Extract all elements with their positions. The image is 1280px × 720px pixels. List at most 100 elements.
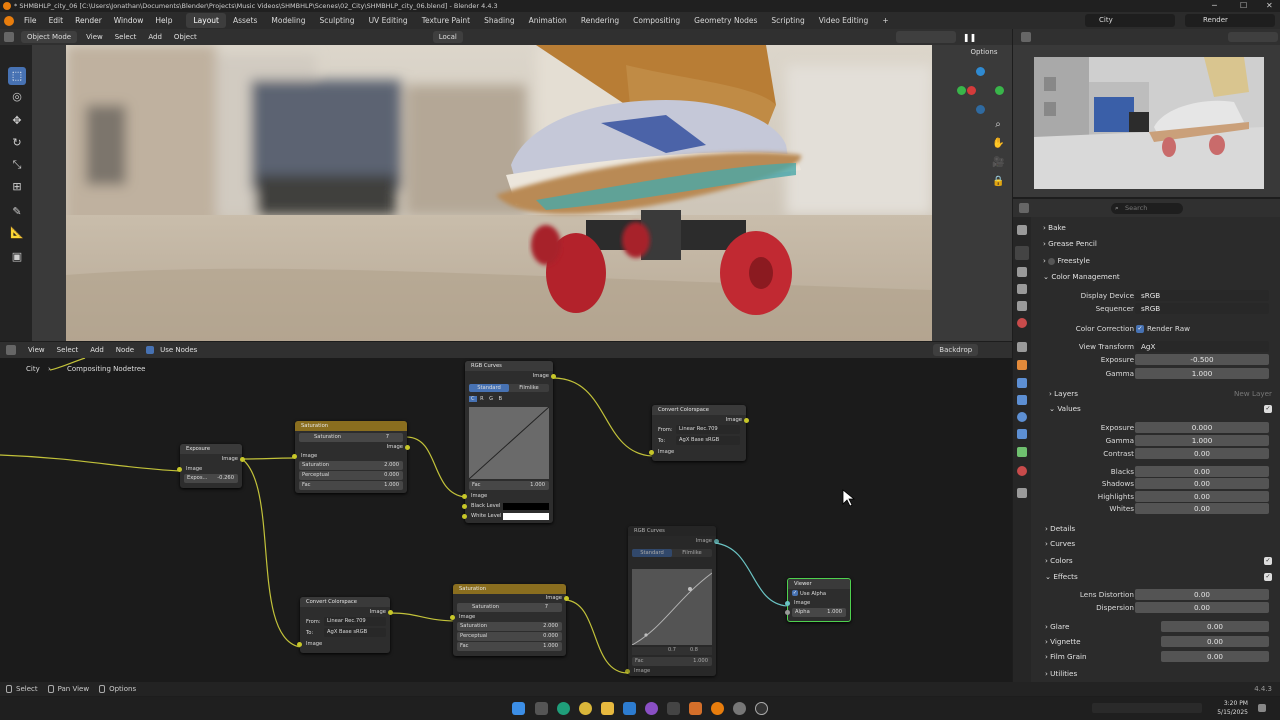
blender-taskbar-icon[interactable] [711, 702, 724, 715]
tab-uv-editing[interactable]: UV Editing [362, 13, 415, 28]
socket-convert-1-in[interactable] [649, 450, 654, 455]
output-tab-icon[interactable] [1017, 267, 1027, 277]
menu-render[interactable]: Render [69, 12, 108, 29]
gizmo-neg-x-axis[interactable] [967, 86, 976, 95]
values-checkbox[interactable]: ✓ [1264, 405, 1272, 413]
socket-convert-1-out[interactable] [744, 418, 749, 423]
particles-tab-icon[interactable] [1017, 395, 1027, 405]
annotate-tool-icon[interactable]: ✎ [8, 203, 26, 221]
socket-rgb-curves-1-out[interactable] [551, 374, 556, 379]
preview-shading-icons[interactable] [1228, 32, 1278, 42]
select-box-tool-icon[interactable]: ⬚ [8, 67, 26, 85]
tab-video-editing[interactable]: Video Editing [812, 13, 876, 28]
measure-tool-icon[interactable]: 📐 [8, 224, 26, 242]
node-menu-select[interactable]: Select [51, 342, 85, 358]
editor-type-icon[interactable] [4, 32, 14, 42]
file-explorer-icon[interactable] [601, 702, 614, 715]
channel-r[interactable]: R [478, 396, 485, 402]
pause-render-icon[interactable]: ❚❚ [963, 33, 976, 42]
section-effects[interactable]: ⌄ Effects ✓ [1031, 570, 1280, 583]
properties-editor-type-icon[interactable] [1019, 203, 1029, 213]
render-raw-checkbox[interactable]: ✓ [1136, 325, 1144, 333]
socket-saturation-2-out[interactable] [564, 596, 569, 601]
sequencer-select[interactable]: sRGB [1135, 303, 1269, 314]
app-icon-gray[interactable] [733, 702, 746, 715]
section-utilities[interactable]: › Utilities [1031, 667, 1280, 680]
lock-icon[interactable]: 🔒 [992, 176, 1004, 188]
vignette-field[interactable]: 0.00 [1161, 636, 1269, 647]
node-convert-colorspace-1[interactable]: Convert Colorspace Image From: Linear Rec… [649, 405, 749, 461]
viewport-menu-object[interactable]: Object [168, 29, 203, 45]
gizmo-x-axis[interactable] [995, 86, 1004, 95]
rotate-tool-icon[interactable]: ↻ [8, 134, 26, 152]
values-shadows-field[interactable]: 0.00 [1135, 478, 1269, 489]
socket-rgb-curves-2-out[interactable] [714, 539, 719, 544]
scene-tab-icon[interactable] [1017, 301, 1027, 311]
taskbar-clock[interactable]: 3:20 PM 5/15/2025 [1208, 699, 1248, 717]
node-editor-type-icon[interactable] [6, 345, 16, 355]
notification-icon[interactable] [1258, 704, 1266, 712]
use-nodes-checkbox[interactable] [146, 346, 155, 354]
use-alpha-checkbox[interactable]: ✓ [792, 590, 798, 596]
film-grain-row[interactable]: › Film Grain 0.00 [1031, 650, 1280, 663]
close-button[interactable]: ✕ [1266, 0, 1273, 12]
chrome-icon[interactable] [579, 702, 592, 715]
values-exposure-field[interactable]: 0.000 [1135, 422, 1269, 433]
curve-point-x[interactable]: 0.7 [668, 647, 676, 653]
colors-checkbox[interactable]: ✓ [1264, 557, 1272, 565]
socket-viewer-in[interactable] [785, 601, 790, 606]
navigation-gizmo[interactable] [955, 65, 1005, 115]
view-layer-tab-icon[interactable] [1017, 284, 1027, 294]
node-menu-view[interactable]: View [22, 342, 51, 358]
tab-scripting[interactable]: Scripting [764, 13, 811, 28]
zoom-icon[interactable]: ⌕ [992, 119, 1004, 131]
node-rgb-curves-2[interactable]: RGB Curves Image Standard Filmlike 0.7 0… [625, 526, 719, 676]
node-convert-colorspace-2[interactable]: Convert Colorspace Image From: Linear Rec… [297, 597, 393, 653]
render-tab-icon[interactable] [1015, 246, 1029, 260]
view-transform-select[interactable]: AgX [1135, 341, 1269, 352]
white-level-swatch[interactable] [503, 513, 549, 520]
node-rgb-curves-2-fac[interactable]: Fac 1.000 [632, 657, 712, 666]
vignette-row[interactable]: › Vignette 0.00 [1031, 635, 1280, 648]
world-tab-icon[interactable] [1017, 318, 1027, 328]
backdrop-button[interactable]: Backdrop [933, 344, 979, 356]
texture-tab-icon[interactable] [1017, 488, 1027, 498]
constraints-tab-icon[interactable] [1017, 429, 1027, 439]
values-contrast-field[interactable]: 0.00 [1135, 448, 1269, 459]
node-viewer[interactable]: Viewer ✓ Use Alpha Image Alpha 1.000 [785, 578, 851, 622]
curves-2-tab-standard[interactable]: Standard [632, 549, 672, 557]
modifier-tab-icon[interactable] [1017, 378, 1027, 388]
node-convert-1-from-select[interactable]: Linear Rec.709 [676, 425, 740, 434]
section-grease-pencil[interactable]: › Grease Pencil [1031, 237, 1280, 250]
channel-b[interactable]: B [497, 396, 504, 402]
socket-saturation-2-in[interactable] [450, 615, 455, 620]
material-tab-icon[interactable] [1017, 466, 1027, 476]
scene-selector[interactable]: City [1085, 14, 1175, 27]
menu-edit[interactable]: Edit [43, 12, 70, 29]
node-viewer-alpha[interactable]: Alpha 1.000 [785, 608, 846, 617]
node-saturation-2-sat[interactable]: Saturation 2.000 [457, 622, 562, 631]
node-convert-1-to-select[interactable]: AgX Base sRGB [676, 436, 740, 445]
viewport-menu-select[interactable]: Select [109, 29, 143, 45]
tool-tab-icon[interactable] [1017, 225, 1027, 235]
node-rgb-curves-1[interactable]: RGB Curves Image Standard Filmlike C R G… [462, 361, 556, 523]
minimize-button[interactable]: ─ [1212, 0, 1217, 12]
values-gamma-field[interactable]: 1.000 [1135, 435, 1269, 446]
node-saturation-1-sat[interactable]: Saturation 2.000 [299, 461, 403, 470]
gizmo-neg-z-axis[interactable] [976, 105, 985, 114]
film-grain-field[interactable]: 0.00 [1161, 651, 1269, 662]
section-freestyle[interactable]: › Freestyle [1031, 254, 1280, 267]
media-player-icon[interactable] [755, 702, 768, 715]
exposure-field[interactable]: -0.500 [1135, 354, 1269, 365]
tab-texture-paint[interactable]: Texture Paint [415, 13, 477, 28]
gizmo-y-axis[interactable] [957, 86, 966, 95]
glare-field[interactable]: 0.00 [1161, 621, 1269, 632]
node-saturation-2-perc[interactable]: Perceptual 0.000 [457, 632, 562, 641]
move-tool-icon[interactable]: ✥ [8, 112, 26, 130]
transform-tool-icon[interactable]: ⊞ [8, 178, 26, 196]
camera-view-icon[interactable]: 🎥 [992, 157, 1004, 169]
tab-geometry-nodes[interactable]: Geometry Nodes [687, 13, 764, 28]
terminal-icon[interactable] [667, 702, 680, 715]
node-saturation-2[interactable]: Saturation Image Saturation 7 Image Satur… [450, 584, 569, 656]
tab-assets[interactable]: Assets [226, 13, 264, 28]
